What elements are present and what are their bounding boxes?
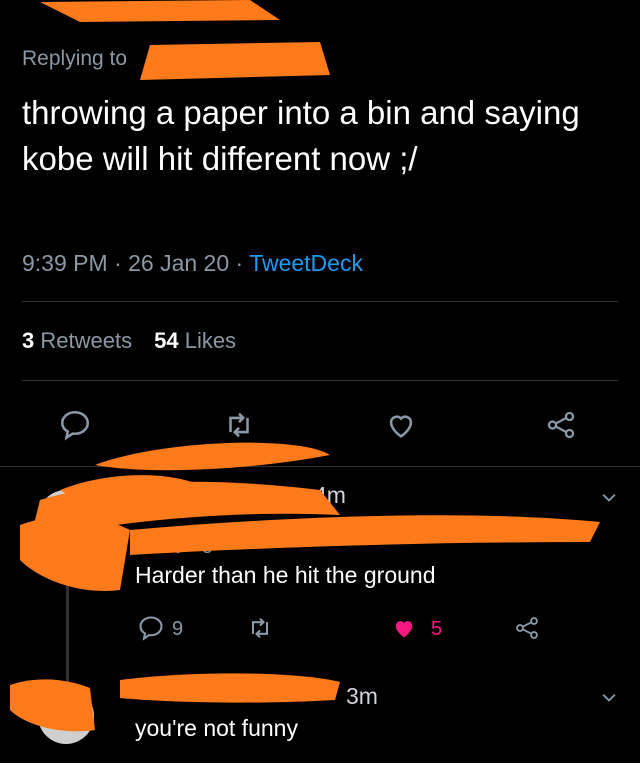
retweets-label: Retweets xyxy=(40,328,133,353)
replying-to-text: Replying to xyxy=(22,47,128,70)
divider xyxy=(22,301,618,302)
reply-time: 4m xyxy=(314,482,346,508)
tweet-date: 26 Jan 20 xyxy=(128,250,230,276)
like-icon[interactable] xyxy=(389,614,419,642)
share-icon[interactable] xyxy=(513,614,541,642)
reply-icon[interactable] xyxy=(58,408,92,442)
likes-label: Likes xyxy=(184,328,237,353)
like-icon[interactable] xyxy=(384,408,418,442)
avatar[interactable] xyxy=(38,688,94,744)
divider xyxy=(22,380,618,381)
tweet-action-bar xyxy=(0,400,640,450)
reply-replying-to: Replying to xyxy=(135,532,235,555)
chevron-down-icon[interactable] xyxy=(596,488,622,508)
tweet-text: throwing a paper into a bin and saying k… xyxy=(22,94,580,177)
meta-separator: · xyxy=(235,250,244,276)
reply-text: you're not funny xyxy=(135,715,298,741)
tweet-source-link[interactable]: TweetDeck xyxy=(249,250,363,276)
meta-separator: · xyxy=(114,250,122,276)
reply-action-bar: 9 5 xyxy=(0,610,640,650)
replying-to-label: Replying to xyxy=(22,47,127,71)
avatar[interactable] xyxy=(38,490,94,546)
redaction-scribble xyxy=(10,442,600,732)
chevron-down-icon[interactable] xyxy=(596,688,622,708)
like-count: 5 xyxy=(431,618,443,640)
reply-time: 3m xyxy=(346,683,378,709)
likes-count: 54 xyxy=(154,328,179,353)
tweet-metadata: 9:39 PM · 26 Jan 20 · TweetDeck xyxy=(22,250,363,277)
reply-icon[interactable] xyxy=(137,614,165,642)
tweet-stats: 3 Retweets 54 Likes xyxy=(22,328,236,354)
reply-text: Harder than he hit the ground xyxy=(135,562,436,588)
redaction-scribble-top xyxy=(40,0,330,80)
divider xyxy=(0,466,640,467)
tweet-time: 9:39 PM xyxy=(22,250,108,276)
likes-stat[interactable]: 54 Likes xyxy=(154,328,236,353)
share-icon[interactable] xyxy=(544,408,578,442)
retweets-stat[interactable]: 3 Retweets xyxy=(22,328,132,353)
retweet-icon[interactable] xyxy=(222,408,256,442)
replying-to-text: Replying to xyxy=(135,532,236,554)
reply-count: 9 xyxy=(172,618,184,640)
retweet-icon[interactable] xyxy=(246,614,274,642)
retweets-count: 3 xyxy=(22,328,35,353)
